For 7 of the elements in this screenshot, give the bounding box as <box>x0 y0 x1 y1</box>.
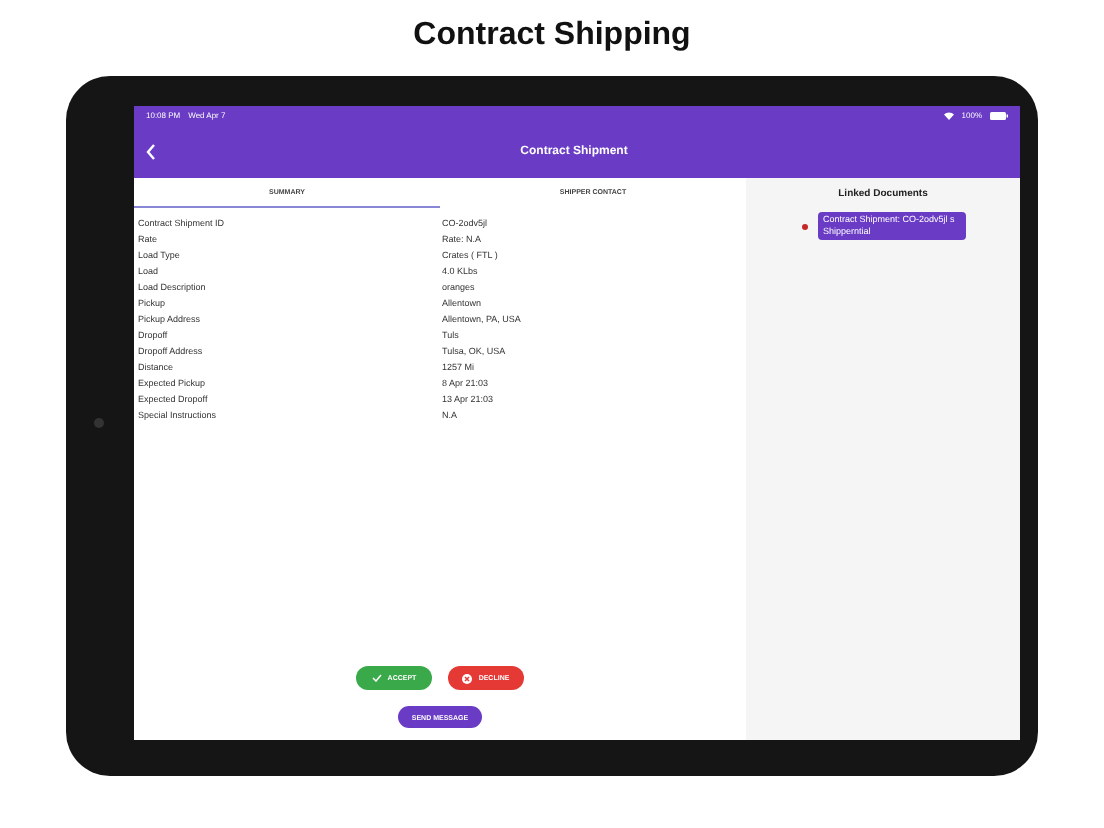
wifi-icon <box>943 111 954 119</box>
check-icon <box>371 674 382 682</box>
back-icon[interactable] <box>146 143 156 159</box>
battery-icon <box>990 111 1008 119</box>
camera-dot <box>94 418 104 428</box>
close-circle-icon <box>462 673 473 683</box>
page-heading: Contract Shipping <box>413 16 691 56</box>
